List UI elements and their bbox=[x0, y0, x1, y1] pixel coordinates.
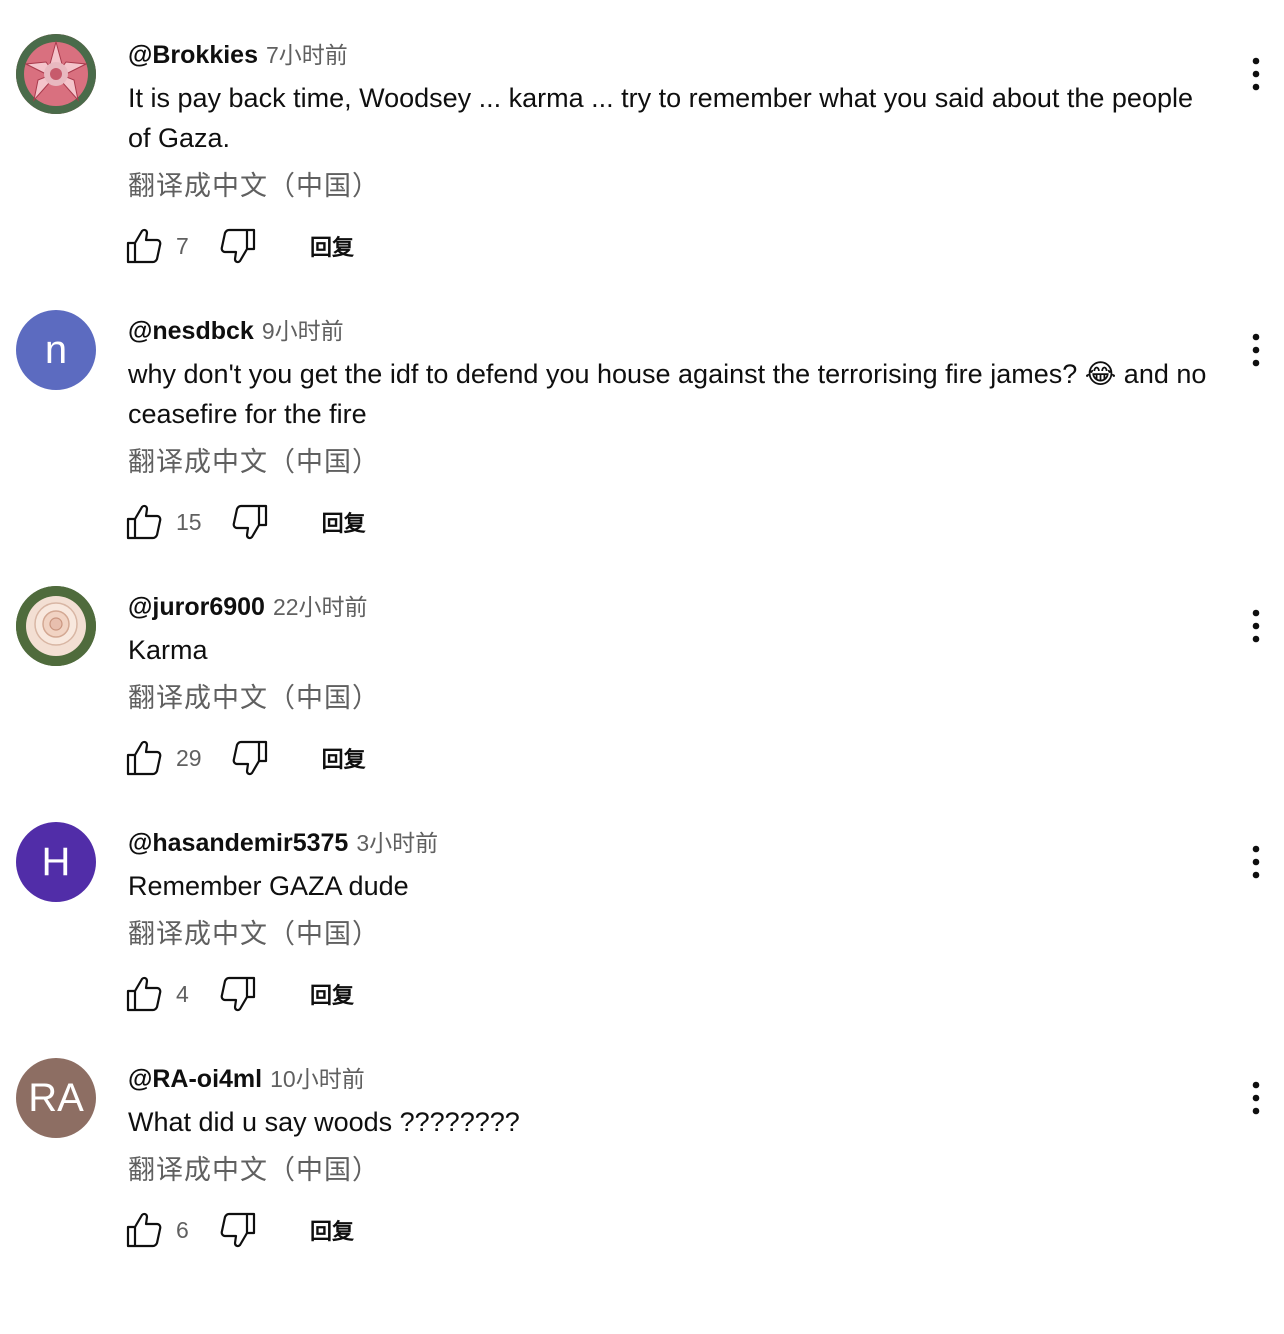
comment-thread: @juror6900 22小时前 Karma 翻译成中文（中国） 29 回复 bbox=[0, 586, 1284, 862]
thumbs-up-icon[interactable] bbox=[124, 502, 164, 542]
reply-button[interactable]: 回复 bbox=[310, 230, 354, 262]
author-name[interactable]: @RA-oi4ml bbox=[128, 1065, 262, 1094]
more-vert-icon[interactable] bbox=[1240, 54, 1272, 94]
laughing-emoji-icon: 😂 bbox=[1084, 359, 1117, 389]
reply-button[interactable]: 回复 bbox=[322, 742, 366, 774]
author-name[interactable]: @nesdbck bbox=[128, 317, 254, 346]
comment-actions: 6 回复 bbox=[124, 1210, 354, 1250]
comment-text: why don't you get the idf to defend you … bbox=[128, 354, 1218, 434]
translate-link[interactable]: 翻译成中文（中国） bbox=[128, 1148, 380, 1187]
more-vert-icon[interactable] bbox=[1240, 330, 1272, 370]
thumbs-down-icon[interactable] bbox=[230, 738, 270, 778]
comment-time[interactable]: 3小时前 bbox=[356, 824, 438, 858]
comment-time[interactable]: 9小时前 bbox=[262, 312, 344, 346]
thumbs-up-icon[interactable] bbox=[124, 974, 164, 1014]
comment-text: Karma bbox=[128, 635, 208, 665]
thumbs-up-icon[interactable] bbox=[124, 1210, 164, 1250]
like-count: 6 bbox=[176, 1216, 189, 1243]
comment-text: Remember GAZA dude bbox=[128, 871, 409, 901]
reply-button[interactable]: 回复 bbox=[322, 506, 366, 538]
avatar[interactable]: RA bbox=[16, 1058, 96, 1138]
author-name[interactable]: @hasandemir5375 bbox=[128, 829, 348, 858]
thumbs-down-icon[interactable] bbox=[218, 1210, 258, 1250]
comment-time[interactable]: 7小时前 bbox=[266, 36, 348, 70]
comment-text: What did u say woods ???????? bbox=[128, 1107, 520, 1137]
comment-actions: 15 回复 bbox=[124, 502, 366, 542]
avatar[interactable] bbox=[16, 586, 96, 666]
avatar-initial: n bbox=[44, 327, 68, 372]
avatar[interactable] bbox=[16, 34, 96, 114]
comment-time[interactable]: 10小时前 bbox=[270, 1060, 365, 1094]
comment-actions: 4 回复 bbox=[124, 974, 354, 1014]
more-vert-icon[interactable] bbox=[1240, 606, 1272, 646]
comment-thread: n @nesdbck 9小时前 why don't you get the id… bbox=[0, 310, 1284, 586]
comment-thread: H @hasandemir5375 3小时前 Remember GAZA dud… bbox=[0, 822, 1284, 1098]
comment-actions: 7 回复 bbox=[124, 226, 354, 266]
rose-flower-icon bbox=[16, 586, 96, 666]
comment-actions: 29 回复 bbox=[124, 738, 366, 778]
thumbs-down-icon[interactable] bbox=[230, 502, 270, 542]
thumbs-down-icon[interactable] bbox=[218, 974, 258, 1014]
comment-header: @RA-oi4ml 10小时前 bbox=[128, 1060, 365, 1094]
avatar-initial: RA bbox=[28, 1075, 84, 1120]
comment-text-part: why don't you get the idf to defend you … bbox=[128, 359, 1085, 389]
translate-link[interactable]: 翻译成中文（中国） bbox=[128, 912, 380, 951]
more-vert-icon[interactable] bbox=[1240, 842, 1272, 882]
like-count: 4 bbox=[176, 980, 189, 1007]
like-count: 29 bbox=[176, 744, 202, 771]
reply-button[interactable]: 回复 bbox=[310, 1214, 354, 1246]
comment-text: It is pay back time, Woodsey ... karma .… bbox=[128, 83, 1193, 153]
thumbs-up-icon[interactable] bbox=[124, 226, 164, 266]
avatar[interactable]: H bbox=[16, 822, 96, 902]
reply-button[interactable]: 回复 bbox=[310, 978, 354, 1010]
comment-thread: RA @RA-oi4ml 10小时前 What did u say woods … bbox=[0, 1058, 1284, 1334]
comment-header: @juror6900 22小时前 bbox=[128, 588, 368, 622]
like-count: 15 bbox=[176, 508, 202, 535]
comment-header: @hasandemir5375 3小时前 bbox=[128, 824, 438, 858]
like-count: 7 bbox=[176, 232, 189, 259]
author-name[interactable]: @Brokkies bbox=[128, 41, 258, 70]
author-name[interactable]: @juror6900 bbox=[128, 593, 265, 622]
comment-time[interactable]: 22小时前 bbox=[273, 588, 368, 622]
thumbs-up-icon[interactable] bbox=[124, 738, 164, 778]
more-vert-icon[interactable] bbox=[1240, 1078, 1272, 1118]
comment-header: @nesdbck 9小时前 bbox=[128, 312, 344, 346]
thumbs-down-icon[interactable] bbox=[218, 226, 258, 266]
protea-flower-icon bbox=[16, 34, 96, 114]
translate-link[interactable]: 翻译成中文（中国） bbox=[128, 676, 380, 715]
avatar-initial: H bbox=[41, 839, 71, 884]
translate-link[interactable]: 翻译成中文（中国） bbox=[128, 440, 380, 479]
avatar[interactable]: n bbox=[16, 310, 96, 390]
comment-header: @Brokkies 7小时前 bbox=[128, 36, 348, 70]
comment-thread: @Brokkies 7小时前 It is pay back time, Wood… bbox=[0, 34, 1284, 310]
translate-link[interactable]: 翻译成中文（中国） bbox=[128, 164, 380, 203]
